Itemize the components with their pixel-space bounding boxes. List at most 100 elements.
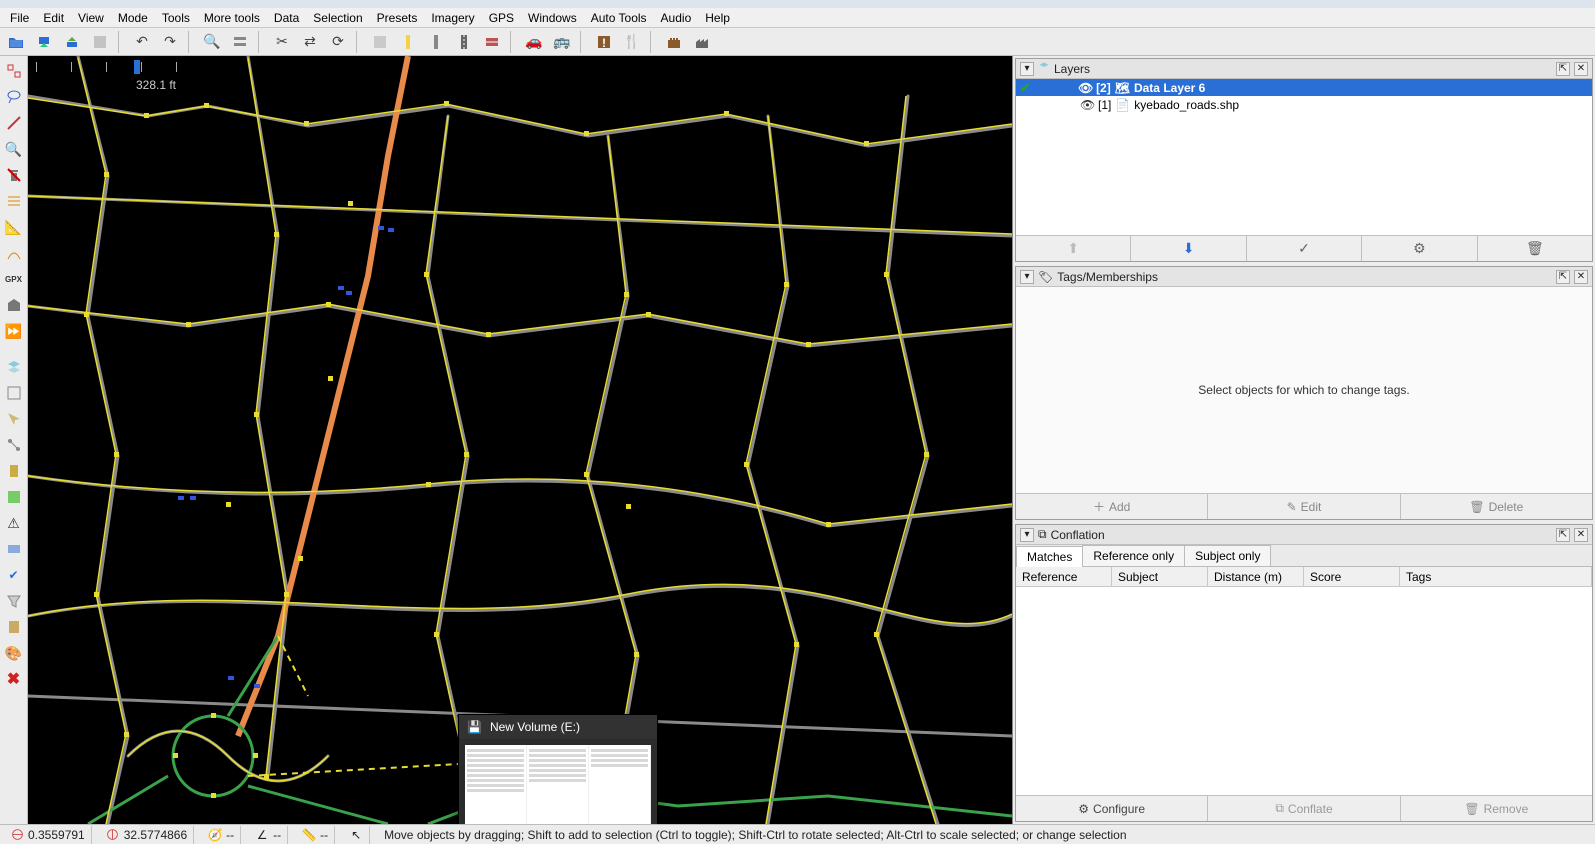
panel-close-icon[interactable]: ✕ <box>1574 528 1588 542</box>
menu-data[interactable]: Data <box>268 9 305 27</box>
layer-opacity-button[interactable]: ⚙ <box>1362 236 1477 261</box>
panel-close-icon[interactable]: ✕ <box>1574 62 1588 76</box>
conflict-panel-toggle[interactable]: ⚠ <box>3 512 25 534</box>
tags-panel-toggle[interactable] <box>3 382 25 404</box>
measure-tool[interactable]: 📐 <box>3 216 25 238</box>
menu-imagery[interactable]: Imagery <box>425 9 480 27</box>
panel-close-icon[interactable]: ✕ <box>1574 270 1588 284</box>
menu-selection[interactable]: Selection <box>307 9 368 27</box>
visibility-icon[interactable]: 👁 <box>1080 98 1094 112</box>
menu-view[interactable]: View <box>72 9 110 27</box>
add-tag-button[interactable]: ＋Add <box>1016 494 1208 519</box>
layers-panel-toggle[interactable] <box>3 356 25 378</box>
preset-road-major[interactable] <box>452 30 476 54</box>
menu-more-tools[interactable]: More tools <box>198 9 266 27</box>
combine-way-button[interactable]: ⇄ <box>298 30 322 54</box>
tab-subject-only[interactable]: Subject only <box>1184 545 1271 566</box>
download-button[interactable] <box>32 30 56 54</box>
menu-audio[interactable]: Audio <box>655 9 698 27</box>
remove-button[interactable]: 🗑Remove <box>1401 796 1592 821</box>
preferences-button[interactable] <box>228 30 252 54</box>
zoom-slider[interactable] <box>36 66 176 72</box>
preset-restaurant[interactable]: 🍴 <box>620 30 644 54</box>
preset-bus[interactable]: 🚌 <box>550 30 574 54</box>
preset-road-minor[interactable] <box>424 30 448 54</box>
relations-panel-toggle[interactable] <box>3 434 25 456</box>
preset-warning[interactable]: ! <box>592 30 616 54</box>
conflation-table-body[interactable] <box>1016 587 1592 795</box>
menu-presets[interactable]: Presets <box>371 9 424 27</box>
layer-list[interactable]: ✔ 👁 [2] 🗺 Data Layer 6 👁 [1] 📄 kyebado_r… <box>1016 79 1592 235</box>
panel-collapse-icon[interactable]: ▾ <box>1020 270 1034 284</box>
ruler-icon: 📏 <box>302 828 316 842</box>
conflate-button[interactable]: ⧉Conflate <box>1208 796 1400 821</box>
selection-panel-toggle[interactable] <box>3 408 25 430</box>
panel-pin-icon[interactable]: ⇱ <box>1556 528 1570 542</box>
close-panel-toggle[interactable]: ✖ <box>3 668 25 690</box>
visibility-icon[interactable]: 👁 <box>1078 81 1092 95</box>
layer-row-data-layer-6[interactable]: ✔ 👁 [2] 🗺 Data Layer 6 <box>1016 79 1592 96</box>
col-score[interactable]: Score <box>1304 567 1400 586</box>
menu-mode[interactable]: Mode <box>112 9 154 27</box>
lasso-tool[interactable] <box>3 86 25 108</box>
tab-matches[interactable]: Matches <box>1016 546 1083 567</box>
filter-panel-toggle[interactable] <box>3 460 25 482</box>
delete-tag-button[interactable]: 🗑Delete <box>1401 494 1592 519</box>
gpx-tool[interactable]: GPX <box>3 268 25 290</box>
layer-delete-button[interactable]: 🗑 <box>1478 236 1592 261</box>
open-button[interactable] <box>4 30 28 54</box>
tab-reference-only[interactable]: Reference only <box>1082 545 1185 566</box>
panel-collapse-icon[interactable]: ▾ <box>1020 62 1034 76</box>
buildings-tool[interactable] <box>3 294 25 316</box>
panel-pin-icon[interactable]: ⇱ <box>1556 62 1570 76</box>
delete-tool[interactable] <box>3 164 25 186</box>
menu-tools[interactable]: Tools <box>156 9 196 27</box>
preset-building[interactable] <box>368 30 392 54</box>
col-reference[interactable]: Reference <box>1016 567 1112 586</box>
mappaint-panel-toggle[interactable]: 🎨 <box>3 642 25 664</box>
menu-file[interactable]: File <box>4 9 35 27</box>
draw-tool[interactable] <box>3 112 25 134</box>
menu-help[interactable]: Help <box>699 9 736 27</box>
map-panel-toggle[interactable] <box>3 486 25 508</box>
panel-pin-icon[interactable]: ⇱ <box>1556 270 1570 284</box>
configure-button[interactable]: ⚙Configure <box>1016 796 1208 821</box>
select-tool[interactable] <box>3 60 25 82</box>
preset-car[interactable]: 🚗 <box>522 30 546 54</box>
improveway-tool[interactable] <box>3 242 25 264</box>
layer-move-down-button[interactable]: ⬇ <box>1131 236 1246 261</box>
map-canvas[interactable]: 328.1 ft 💾 New Volume (E:) <box>28 56 1012 824</box>
preset-wall[interactable] <box>480 30 504 54</box>
changeset-panel-toggle[interactable] <box>3 538 25 560</box>
preset-pedestrian[interactable] <box>396 30 420 54</box>
split-way-button[interactable]: ✂ <box>270 30 294 54</box>
undo-button[interactable]: ↶ <box>130 30 154 54</box>
search-button[interactable]: 🔍 <box>200 30 224 54</box>
upload-button[interactable] <box>60 30 84 54</box>
save-button[interactable] <box>88 30 112 54</box>
col-distance[interactable]: Distance (m) <box>1208 567 1304 586</box>
layer-move-up-button[interactable]: ⬆ <box>1016 236 1131 261</box>
todo-panel-toggle[interactable] <box>3 616 25 638</box>
edit-tag-button[interactable]: ✎Edit <box>1208 494 1400 519</box>
validate-panel-toggle[interactable]: ✔ <box>3 564 25 586</box>
redo-button[interactable]: ↷ <box>158 30 182 54</box>
menu-windows[interactable]: Windows <box>522 9 583 27</box>
panel-collapse-icon[interactable]: ▾ <box>1020 528 1034 542</box>
layer-row-kyebado-roads[interactable]: 👁 [1] 📄 kyebado_roads.shp <box>1016 96 1592 113</box>
zoom-tool[interactable]: 🔍 <box>3 138 25 160</box>
menu-edit[interactable]: Edit <box>37 9 70 27</box>
menu-auto-tools[interactable]: Auto Tools <box>585 9 653 27</box>
zoom-handle[interactable] <box>134 60 140 74</box>
filter-funnel-toggle[interactable] <box>3 590 25 612</box>
col-tags[interactable]: Tags <box>1400 567 1592 586</box>
menu-gps[interactable]: GPS <box>483 9 520 27</box>
preset-industrial[interactable] <box>690 30 714 54</box>
layer-activate-button[interactable]: ✓ <box>1247 236 1362 261</box>
col-subject[interactable]: Subject <box>1112 567 1208 586</box>
taskbar-preview[interactable]: 💾 New Volume (E:) <box>458 714 658 824</box>
reverse-way-button[interactable]: ⟳ <box>326 30 350 54</box>
fastforward-tool[interactable]: ⏩ <box>3 320 25 342</box>
parallel-tool[interactable] <box>3 190 25 212</box>
preset-castle[interactable] <box>662 30 686 54</box>
